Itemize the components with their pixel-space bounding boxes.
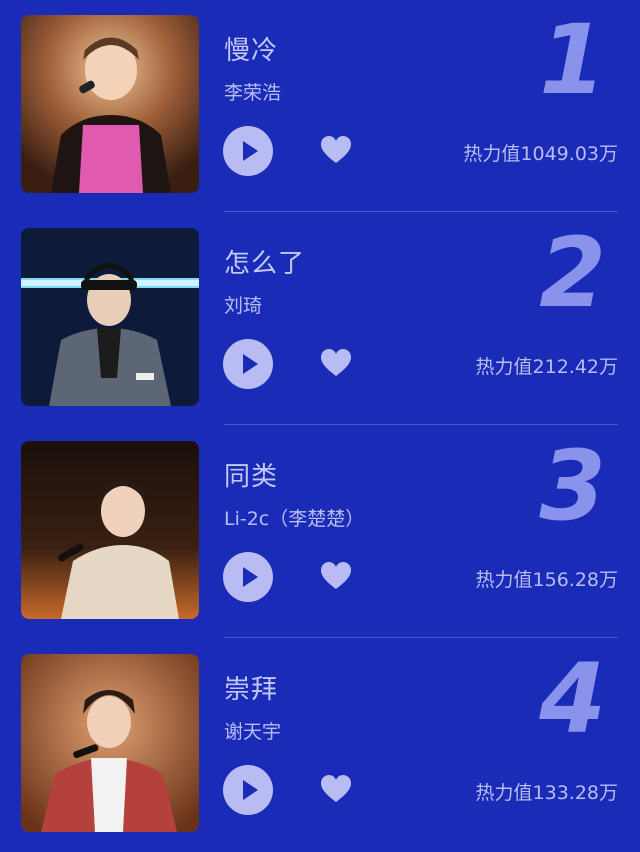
rank-number: 3 xyxy=(539,430,606,542)
divider xyxy=(224,211,618,212)
song-title[interactable]: 崇拜 xyxy=(224,669,278,706)
rank-number: 2 xyxy=(539,217,606,329)
song-title[interactable]: 慢冷 xyxy=(224,30,278,67)
rank-number: 4 xyxy=(539,643,606,755)
divider xyxy=(224,424,618,425)
song-item[interactable]: 同类 Li-2c（李楚楚） 3 热力值156.28万 xyxy=(0,426,640,639)
play-button[interactable] xyxy=(223,339,273,389)
song-title[interactable]: 怎么了 xyxy=(224,243,305,280)
heat-label: 热力值 xyxy=(475,782,533,804)
play-icon xyxy=(243,567,258,587)
heat-value: 热力值156.28万 xyxy=(476,565,619,592)
album-cover-image[interactable] xyxy=(21,228,199,406)
album-cover-image[interactable] xyxy=(21,15,199,193)
heat-value: 热力值133.28万 xyxy=(476,778,619,805)
play-icon xyxy=(243,354,258,374)
play-button[interactable] xyxy=(223,552,273,602)
artist-name[interactable]: Li-2c（李楚楚） xyxy=(224,504,364,531)
divider xyxy=(224,637,618,638)
artist-name[interactable]: 李荣浩 xyxy=(224,78,281,105)
heat-label: 热力值 xyxy=(475,356,533,378)
like-button[interactable] xyxy=(320,561,352,591)
rank-number: 1 xyxy=(539,4,606,116)
heat-label: 热力值 xyxy=(475,569,533,591)
artist-name[interactable]: 刘琦 xyxy=(224,291,262,318)
heat-value: 热力值1049.03万 xyxy=(463,139,618,166)
song-ranking-list: 慢冷 李荣浩 1 热力值1049.03万 怎么了 刘琦 2 热力值212.42万… xyxy=(0,0,640,832)
heat-number: 1049.03万 xyxy=(520,143,618,165)
song-item[interactable]: 慢冷 李荣浩 1 热力值1049.03万 xyxy=(0,0,640,213)
song-title[interactable]: 同类 xyxy=(224,456,278,493)
heart-icon xyxy=(321,562,351,589)
song-item[interactable]: 崇拜 谢天宇 4 热力值133.28万 xyxy=(0,639,640,852)
like-button[interactable] xyxy=(320,348,352,378)
heat-label: 热力值 xyxy=(463,143,521,165)
like-button[interactable] xyxy=(320,135,352,165)
heat-number: 133.28万 xyxy=(532,782,618,804)
heat-number: 212.42万 xyxy=(532,356,618,378)
play-icon xyxy=(243,141,258,161)
heart-icon xyxy=(321,349,351,376)
heat-value: 热力值212.42万 xyxy=(476,352,619,379)
artist-name[interactable]: 谢天宇 xyxy=(224,717,281,744)
heat-number: 156.28万 xyxy=(532,569,618,591)
heart-icon xyxy=(321,775,351,802)
like-button[interactable] xyxy=(320,774,352,804)
heart-icon xyxy=(321,136,351,163)
album-cover-image[interactable] xyxy=(21,654,199,832)
album-cover-image[interactable] xyxy=(21,441,199,619)
play-icon xyxy=(243,780,258,800)
play-button[interactable] xyxy=(223,126,273,176)
play-button[interactable] xyxy=(223,765,273,815)
song-item[interactable]: 怎么了 刘琦 2 热力值212.42万 xyxy=(0,213,640,426)
